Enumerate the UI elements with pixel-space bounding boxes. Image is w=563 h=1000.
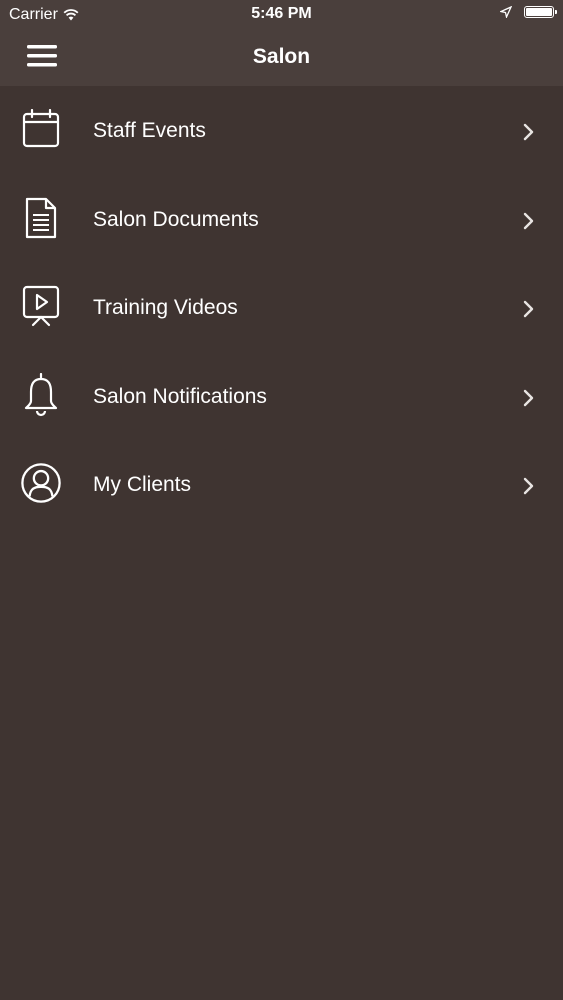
user-circle-icon bbox=[20, 461, 62, 505]
menu-item-label: Salon Notifications bbox=[93, 384, 267, 408]
hamburger-menu-icon bbox=[27, 45, 57, 67]
chevron-right-icon bbox=[523, 477, 534, 495]
bell-icon bbox=[20, 372, 62, 417]
menu-item-salon-documents[interactable]: Salon Documents bbox=[0, 177, 563, 266]
chevron-right-icon bbox=[523, 389, 534, 406]
battery-icon bbox=[524, 6, 557, 18]
menu-item-label: Salon Documents bbox=[93, 207, 259, 231]
menu-item-label: My Clients bbox=[93, 473, 192, 496]
menu-item-label: Training Videos bbox=[93, 296, 238, 319]
menu-item-training-videos[interactable]: Training Videos bbox=[0, 265, 563, 354]
chevron-right-icon bbox=[523, 300, 534, 318]
status-bar: Carrier 5:46 PM bbox=[0, 0, 563, 30]
menu-item-my-clients[interactable]: My Clients bbox=[0, 442, 563, 531]
document-icon bbox=[20, 196, 62, 240]
location-arrow-icon bbox=[500, 6, 512, 18]
menu-item-staff-events[interactable]: Staff Events bbox=[0, 88, 563, 177]
chevron-right-icon bbox=[523, 123, 534, 141]
video-play-icon bbox=[20, 284, 62, 328]
calendar-icon bbox=[20, 107, 62, 151]
menu-item-salon-notifications[interactable]: Salon Notifications bbox=[0, 354, 563, 443]
page-title: Salon bbox=[252, 45, 311, 68]
navigation-bar: Salon bbox=[0, 30, 563, 86]
hamburger-menu-button[interactable] bbox=[26, 43, 58, 69]
chevron-right-icon bbox=[523, 212, 534, 229]
status-right bbox=[500, 6, 557, 18]
menu-item-label: Staff Events bbox=[93, 119, 206, 142]
top-bar: Carrier 5:46 PM Salon bbox=[0, 0, 563, 86]
status-time: 5:46 PM bbox=[251, 5, 312, 22]
menu-list: Staff Events Salon Documents Training Vi… bbox=[0, 88, 563, 531]
